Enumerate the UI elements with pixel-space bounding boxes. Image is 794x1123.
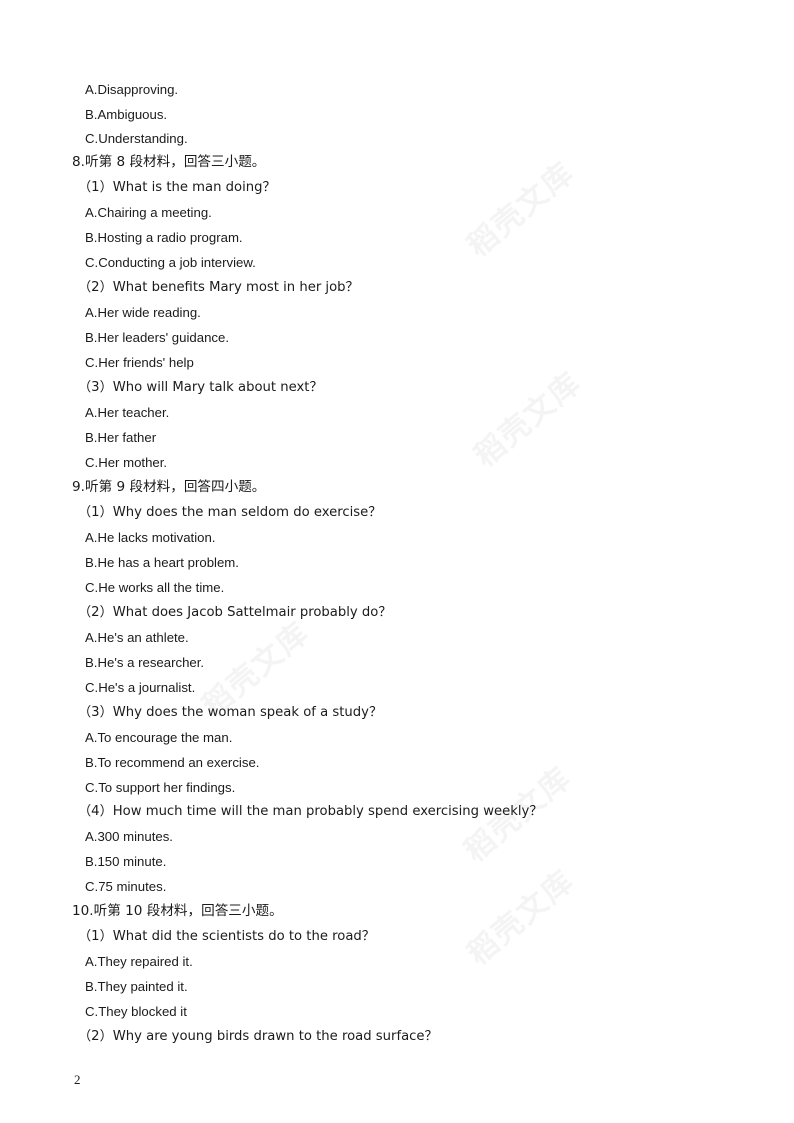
question-text: （4）How much time will the man probably s…	[78, 804, 543, 819]
answer-option: C.Conducting a job interview.	[85, 255, 256, 270]
answer-option: A.They repaired it.	[85, 954, 193, 969]
section-heading: 8.听第 8 段材料，回答三小题。	[72, 154, 266, 170]
answer-option: C.He's a journalist.	[85, 680, 196, 695]
answer-option: A.Her teacher.	[85, 405, 170, 420]
answer-option: B.Ambiguous.	[85, 107, 168, 122]
answer-option: A.Disapproving.	[85, 82, 179, 97]
question-text: （2）What benefits Mary most in her job？	[78, 280, 359, 295]
watermark: 稻壳文库	[460, 863, 582, 973]
document-page: 稻壳文库 稻壳文库 稻壳文库 稻壳文库 稻壳文库 A.Disapproving. B.Am…	[0, 0, 794, 1123]
answer-option: A.Chairing a meeting.	[85, 205, 212, 220]
answer-option: A.Her wide reading.	[85, 305, 201, 320]
answer-option: B.Hosting a radio program.	[85, 230, 243, 245]
answer-option: C.Understanding.	[85, 131, 188, 146]
answer-option: B.To recommend an exercise.	[85, 755, 260, 770]
answer-option: A.He's an athlete.	[85, 630, 189, 645]
answer-option: B.He's a researcher.	[85, 655, 205, 670]
page-number: 2	[74, 1072, 81, 1087]
answer-option: C.They blocked it	[85, 1004, 187, 1019]
question-text: （1）Why does the man seldom do exercise？	[78, 505, 382, 520]
answer-option: A.300 minutes.	[85, 829, 173, 844]
question-text: （1）What is the man doing？	[78, 180, 276, 195]
question-text: （1）What did the scientists do to the roa…	[78, 929, 375, 944]
answer-option: B.They painted it.	[85, 979, 188, 994]
watermark: 稻壳文库	[467, 365, 589, 475]
watermark: 稻壳文库	[460, 155, 582, 265]
answer-option: B.Her leaders' guidance.	[85, 330, 230, 345]
question-text: （2）What does Jacob Sattelmair probably d…	[78, 605, 392, 620]
answer-option: C.Her mother.	[85, 455, 168, 470]
answer-option: C.Her friends' help	[85, 355, 194, 370]
question-text: （3）Who will Mary talk about next？	[78, 380, 323, 395]
answer-option: A.To encourage the man.	[85, 730, 233, 745]
question-text: （2）Why are young birds drawn to the road…	[78, 1029, 438, 1044]
answer-option: A.He lacks motivation.	[85, 530, 216, 545]
answer-option: C.75 minutes.	[85, 879, 167, 894]
question-text: （3）Why does the woman speak of a study？	[78, 705, 383, 720]
answer-option: B.Her father	[85, 430, 157, 445]
section-heading: 9.听第 9 段材料，回答四小题。	[72, 479, 266, 495]
answer-option: C.To support her findings.	[85, 780, 236, 795]
section-heading: 10.听第 10 段材料，回答三小题。	[72, 903, 283, 919]
answer-option: B.He has a heart problem.	[85, 555, 239, 570]
answer-option: C.He works all the time.	[85, 580, 225, 595]
answer-option: B.150 minute.	[85, 854, 167, 869]
